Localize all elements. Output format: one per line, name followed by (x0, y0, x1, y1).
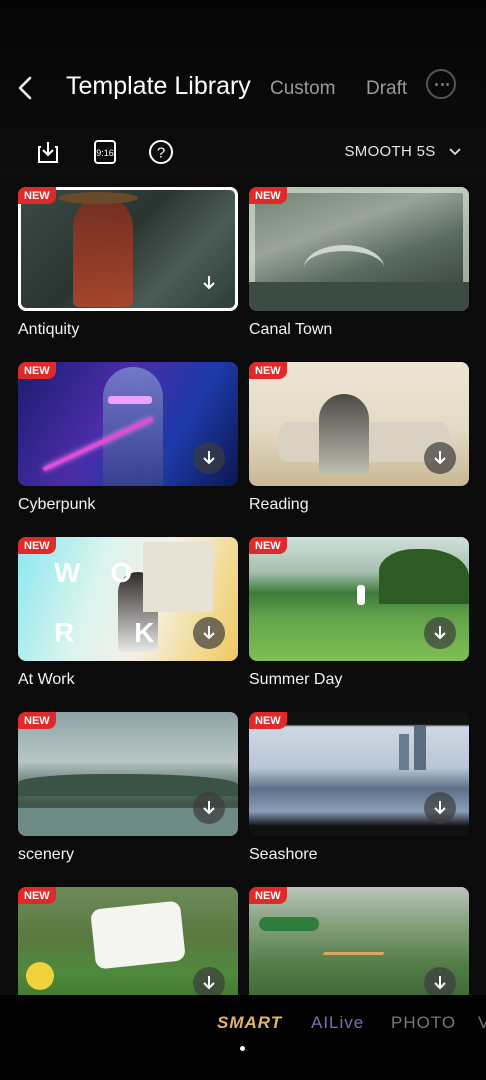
download-icon[interactable] (424, 442, 456, 474)
template-thumbnail[interactable]: NEW (249, 187, 469, 311)
chevron-down-icon (449, 148, 461, 156)
template-card[interactable]: NEW Antiquity (18, 187, 238, 339)
download-icon[interactable] (193, 792, 225, 824)
new-badge: NEW (249, 187, 287, 204)
download-icon[interactable] (193, 617, 225, 649)
template-label: Summer Day (249, 671, 343, 688)
new-badge: NEW (249, 537, 287, 554)
mode-photo[interactable]: PHOTO (391, 1013, 456, 1033)
template-card[interactable]: NEW Seashore (249, 712, 469, 864)
download-icon[interactable] (424, 792, 456, 824)
template-card[interactable]: NEW Canal Town (249, 187, 469, 339)
template-thumbnail[interactable]: NEW (249, 887, 469, 995)
template-card[interactable]: NEW (18, 887, 238, 995)
new-badge: NEW (18, 187, 56, 204)
new-badge: NEW (249, 887, 287, 904)
tab-draft[interactable]: Draft (366, 78, 407, 100)
help-glyph: ? (157, 145, 165, 162)
mode-video[interactable]: V (478, 1013, 486, 1033)
template-thumbnail[interactable]: WO RK NEW (18, 537, 238, 661)
new-badge: NEW (249, 362, 287, 379)
help-circle-icon[interactable]: ? (147, 138, 175, 166)
new-badge: NEW (18, 362, 56, 379)
template-card[interactable]: NEW Cyberpunk (18, 362, 238, 514)
download-icon[interactable] (424, 967, 456, 995)
speed-label: SMOOTH 5S (344, 143, 436, 160)
template-label: scenery (18, 846, 75, 863)
template-label: Seashore (249, 846, 318, 863)
mode-smart[interactable]: SMART (217, 1013, 282, 1033)
download-icon[interactable] (193, 267, 225, 299)
template-card[interactable]: NEW (249, 887, 469, 995)
header: Template Library Custom Draft 9:16 ? SMO… (0, 0, 486, 175)
camera-mode-bar (0, 995, 486, 1080)
download-icon[interactable] (193, 442, 225, 474)
download-box-icon[interactable] (34, 138, 62, 166)
speed-selector[interactable]: SMOOTH 5S (344, 143, 462, 160)
template-card[interactable]: NEW Summer Day (249, 537, 469, 689)
new-badge: NEW (18, 887, 56, 904)
template-grid: NEW Antiquity NEW Canal Town NEW Cyberpu… (0, 180, 486, 995)
template-label: Canal Town (249, 321, 333, 338)
template-label: Reading (249, 496, 309, 513)
template-label: Cyberpunk (18, 496, 96, 513)
download-icon[interactable] (424, 617, 456, 649)
ratio-label: 9:16 (96, 148, 114, 158)
template-thumbnail[interactable]: NEW (249, 362, 469, 486)
active-mode-indicator (240, 1046, 245, 1051)
template-card[interactable]: NEW Reading (249, 362, 469, 514)
template-thumbnail[interactable]: NEW (18, 362, 238, 486)
download-icon[interactable] (193, 967, 225, 995)
new-badge: NEW (249, 712, 287, 729)
template-thumbnail[interactable]: NEW (249, 712, 469, 836)
template-thumbnail[interactable]: NEW (249, 537, 469, 661)
more-icon[interactable] (426, 69, 456, 99)
template-label: At Work (18, 671, 75, 688)
page-title: Template Library (66, 72, 251, 100)
tab-custom[interactable]: Custom (270, 78, 335, 100)
template-thumbnail[interactable]: NEW (18, 712, 238, 836)
chevron-left-icon[interactable] (12, 74, 40, 102)
new-badge: NEW (18, 712, 56, 729)
template-label: Antiquity (18, 321, 80, 338)
template-thumbnail[interactable]: NEW (18, 887, 238, 995)
template-card[interactable]: NEW scenery (18, 712, 238, 864)
aspect-ratio-icon[interactable]: 9:16 (91, 138, 119, 166)
template-thumbnail[interactable]: NEW (18, 187, 238, 311)
new-badge: NEW (18, 537, 56, 554)
mode-ailive[interactable]: AILive (311, 1013, 364, 1033)
template-card[interactable]: WO RK NEW At Work (18, 537, 238, 689)
